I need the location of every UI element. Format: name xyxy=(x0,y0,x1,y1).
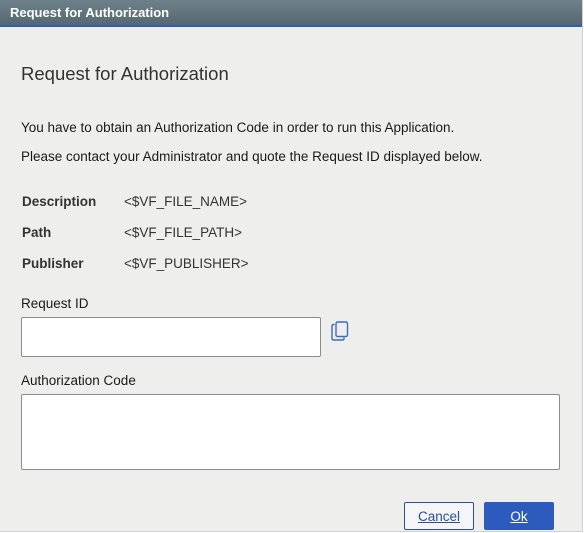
publisher-label: Publisher xyxy=(22,256,84,271)
title-bar[interactable]: Request for Authorization xyxy=(0,0,582,27)
instruction-line-1: You have to obtain an Authorization Code… xyxy=(21,120,455,135)
publisher-value: <$VF_PUBLISHER> xyxy=(124,256,249,271)
path-value: <$VF_FILE_PATH> xyxy=(124,225,243,240)
authorization-dialog: Request for Authorization Request for Au… xyxy=(0,0,583,532)
authorization-code-input[interactable] xyxy=(21,394,560,470)
authorization-code-label: Authorization Code xyxy=(21,373,136,388)
ok-button[interactable]: Ok xyxy=(484,502,554,530)
dialog-heading: Request for Authorization xyxy=(21,63,229,84)
request-id-input[interactable] xyxy=(21,317,321,357)
description-label: Description xyxy=(22,194,97,209)
path-label: Path xyxy=(22,225,52,240)
copy-icon[interactable] xyxy=(331,321,349,341)
window-title: Request for Authorization xyxy=(10,5,170,20)
cancel-button[interactable]: Cancel xyxy=(404,502,474,530)
request-id-label: Request ID xyxy=(21,296,89,311)
instruction-line-2: Please contact your Administrator and qu… xyxy=(21,149,483,164)
description-value: <$VF_FILE_NAME> xyxy=(124,194,248,209)
